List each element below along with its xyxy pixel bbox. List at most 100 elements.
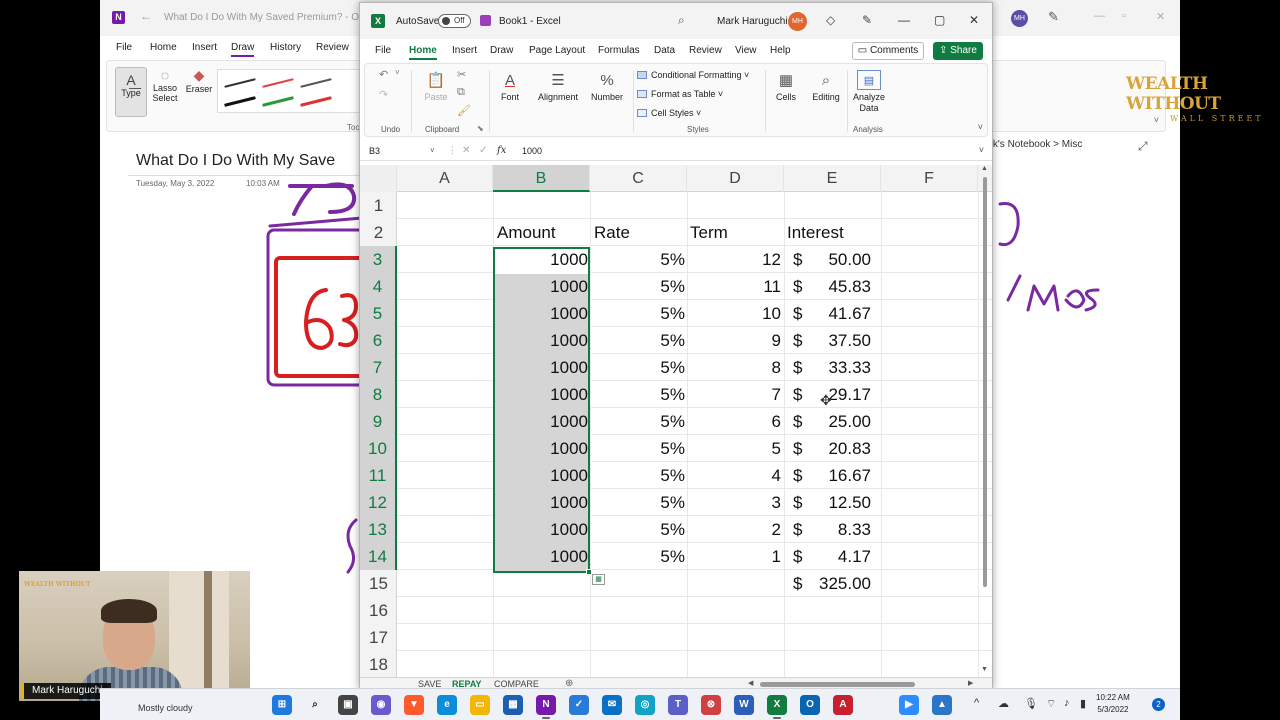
interest-cell[interactable]: 37.50 — [800, 327, 871, 354]
cell-styles-button[interactable]: Cell Styles ˅ — [637, 108, 701, 118]
column-header-b[interactable]: B — [493, 165, 590, 192]
rate-cell[interactable]: 5% — [593, 381, 685, 408]
term-cell[interactable]: 1 — [690, 543, 781, 570]
column-header-a[interactable]: A — [397, 165, 493, 192]
cut-icon[interactable]: ✂ — [457, 68, 466, 81]
number-button[interactable]: % Number — [587, 70, 627, 102]
interest-cell[interactable]: 20.83 — [800, 435, 871, 462]
excel-window[interactable]: X AutoSave Off Book1 - Excel ⌕ Mark Haru… — [359, 2, 993, 690]
amount-cell[interactable]: 1000 — [496, 273, 588, 300]
total-interest-cell[interactable]: 325.00 — [800, 570, 871, 597]
amount-cell[interactable]: 1000 — [496, 435, 588, 462]
header-cell-interest[interactable]: Interest — [787, 219, 877, 246]
vertical-scroll-thumb[interactable] — [983, 177, 987, 587]
autosave-toggle[interactable]: Off — [438, 14, 471, 28]
rate-cell[interactable]: 5% — [593, 246, 685, 273]
row-header-8[interactable]: 8 — [360, 381, 397, 408]
microphone-icon[interactable]: 🎙 — [1024, 697, 1038, 710]
format-as-table-button[interactable]: Format as Table ˅ — [637, 89, 723, 99]
editing-button[interactable]: ⌕ Editing — [809, 70, 843, 102]
format-painter-icon[interactable]: 🖌 — [457, 104, 471, 117]
analyze-data-button[interactable]: ▤ Analyze Data — [851, 70, 887, 114]
photos-icon[interactable]: ▲ — [932, 695, 952, 715]
header-cell-term[interactable]: Term — [690, 219, 780, 246]
wifi-icon[interactable]: ⌔ — [1046, 697, 1056, 711]
tab-view[interactable]: View — [735, 45, 757, 56]
cloud-icon[interactable]: ☁ — [998, 697, 1009, 710]
brave-browser-icon[interactable]: ▼ — [404, 695, 424, 715]
column-header-c[interactable]: C — [590, 165, 687, 192]
term-cell[interactable]: 6 — [690, 408, 781, 435]
pen-icon[interactable]: ✎ — [862, 13, 872, 27]
tab-formulas[interactable]: Formulas — [598, 45, 640, 56]
term-cell[interactable]: 12 — [690, 246, 781, 273]
amount-cell[interactable]: 1000 — [496, 300, 588, 327]
undo-dropdown-icon[interactable]: ˅ — [395, 68, 400, 77]
horizontal-scroll-thumb[interactable] — [760, 682, 915, 687]
amount-cell[interactable]: 1000 — [496, 408, 588, 435]
start-icon[interactable]: ⊞ — [272, 695, 292, 715]
rate-cell[interactable]: 5% — [593, 462, 685, 489]
tab-file[interactable]: File — [375, 45, 391, 56]
formula-input[interactable]: 1000 — [522, 146, 542, 156]
row-header-13[interactable]: 13 — [360, 516, 397, 543]
weather-label[interactable]: Mostly cloudy — [138, 703, 193, 713]
teams-icon[interactable]: T — [668, 695, 688, 715]
interest-cell[interactable]: 25.00 — [800, 408, 871, 435]
row-header-17[interactable]: 17 — [360, 624, 397, 651]
cancel-formula-icon[interactable]: ✕ — [462, 145, 470, 156]
amount-cell[interactable]: 1000 — [496, 489, 588, 516]
column-header-f[interactable]: F — [881, 165, 978, 192]
term-cell[interactable]: 5 — [690, 435, 781, 462]
expand-formula-bar-icon[interactable]: ˅ — [979, 145, 984, 155]
camera-icon[interactable]: ◎ — [635, 695, 655, 715]
select-all-corner[interactable] — [360, 165, 397, 192]
row-header-11[interactable]: 11 — [360, 462, 397, 489]
tab-help[interactable]: Help — [770, 45, 791, 56]
term-cell[interactable]: 4 — [690, 462, 781, 489]
term-cell[interactable]: 7 — [690, 381, 781, 408]
term-cell[interactable]: 9 — [690, 327, 781, 354]
rate-cell[interactable]: 5% — [593, 300, 685, 327]
save-icon[interactable] — [480, 15, 491, 26]
scroll-down-icon[interactable]: ▼ — [981, 666, 988, 673]
amount-cell[interactable]: 1000 — [496, 354, 588, 381]
rate-cell[interactable]: 5% — [593, 354, 685, 381]
column-header-d[interactable]: D — [687, 165, 784, 192]
excel-taskbar-icon[interactable]: X — [767, 695, 787, 719]
term-cell[interactable]: 8 — [690, 354, 781, 381]
clipboard-launcher-icon[interactable]: ⬊ — [477, 124, 484, 133]
row-header-7[interactable]: 7 — [360, 354, 397, 381]
interest-cell[interactable]: 29.17 — [800, 381, 871, 408]
header-cell-amount[interactable]: Amount — [497, 219, 587, 246]
interest-cell[interactable]: 4.17 — [800, 543, 871, 570]
row-header-15[interactable]: 15 — [360, 570, 397, 597]
column-header-e[interactable]: E — [784, 165, 881, 192]
amount-cell[interactable]: 1000 — [496, 381, 588, 408]
term-cell[interactable]: 3 — [690, 489, 781, 516]
row-header-12[interactable]: 12 — [360, 489, 397, 516]
interest-cell[interactable]: 16.67 — [800, 462, 871, 489]
amount-cell[interactable]: 1000 — [496, 516, 588, 543]
row-header-3[interactable]: 3 — [360, 246, 397, 273]
alignment-button[interactable]: ☰ Alignment — [535, 70, 581, 102]
excel-user-name[interactable]: Mark Haruguchi — [717, 16, 788, 27]
row-header-5[interactable]: 5 — [360, 300, 397, 327]
rate-cell[interactable]: 5% — [593, 327, 685, 354]
rate-cell[interactable]: 5% — [593, 273, 685, 300]
todo-icon[interactable]: ✓ — [569, 695, 589, 715]
amount-cell[interactable]: 1000 — [496, 246, 588, 273]
maximize-icon[interactable]: ▢ — [934, 13, 945, 27]
row-header-18[interactable]: 18 — [360, 651, 397, 677]
rate-cell[interactable]: 5% — [593, 435, 685, 462]
row-header-2[interactable]: 2 — [360, 219, 397, 246]
acrobat-icon[interactable]: A — [833, 695, 853, 715]
interest-cell[interactable]: 45.83 — [800, 273, 871, 300]
copy-icon[interactable]: ⧉ — [457, 86, 465, 99]
search-icon[interactable]: ⌕ — [305, 695, 325, 715]
interest-cell[interactable]: 8.33 — [800, 516, 871, 543]
chat-icon[interactable]: ◉ — [371, 695, 391, 715]
spreadsheet-grid[interactable]: A B C D E F 1 2 3 4 5 6 7 8 9 10 11 12 13 14 15 16 17 18 … — [360, 165, 992, 677]
interest-cell[interactable]: 50.00 — [800, 246, 871, 273]
rate-cell[interactable]: 5% — [593, 543, 685, 570]
